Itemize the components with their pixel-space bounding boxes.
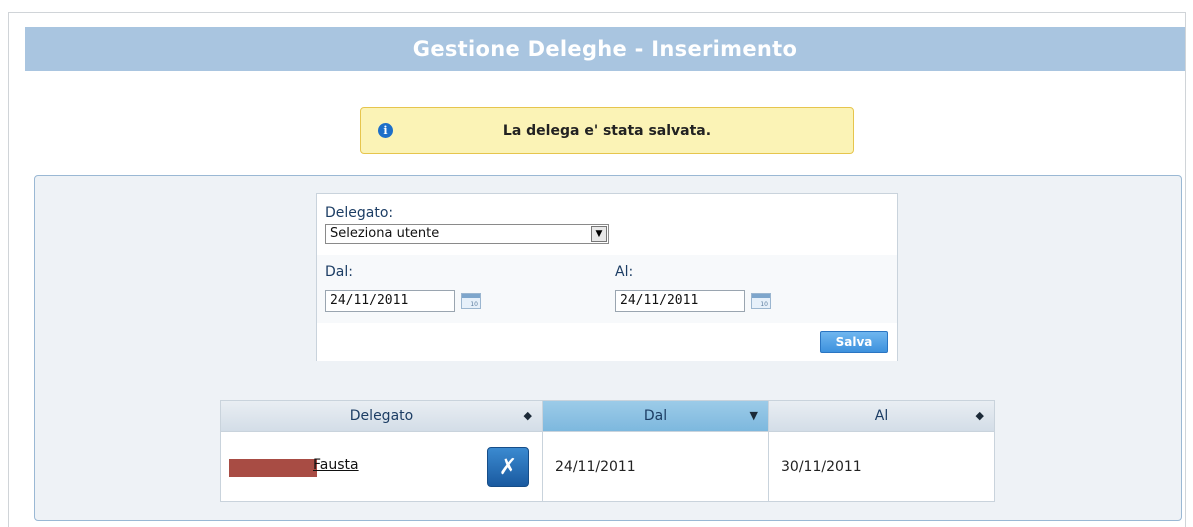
sort-desc-icon: ▼ [749,409,758,422]
info-icon: i [378,123,393,138]
column-header-label: Al [874,408,889,424]
al-calendar-icon[interactable]: 10 [751,293,771,309]
column-header-label: Dal [643,408,668,424]
dal-cell-value: 24/11/2011 [555,459,636,475]
column-header-label: Delegato [349,408,414,424]
deleghe-table: Delegato ◆ Dal ▼ Al ◆ Fausta ✗ 24/11/201… [220,400,995,502]
al-label: Al: [615,264,634,280]
dal-label: Dal: [325,264,353,280]
dal-calendar-icon[interactable]: 10 [461,293,481,309]
sort-both-icon: ◆ [975,409,984,422]
delegato-label: Delegato: [325,205,394,221]
table-cell-al: 30/11/2011 [769,432,994,502]
dal-date-value: 24/11/2011 [330,293,409,308]
delega-form: Delegato: Seleziona utente ▼ Dal: 24/11/… [316,193,898,361]
form-row-actions: Salva [317,323,897,361]
page-title: Gestione Deleghe - Inserimento [25,27,1185,71]
table-row: Fausta ✗ [221,432,543,502]
delete-button[interactable]: ✗ [487,447,529,487]
page-title-text: Gestione Deleghe - Inserimento [412,37,798,61]
column-header-delegato[interactable]: Delegato ◆ [221,401,543,432]
column-header-dal[interactable]: Dal ▼ [543,401,769,432]
sort-both-icon: ◆ [523,409,532,422]
redacted-name [229,459,317,477]
delegato-select[interactable]: Seleziona utente ▼ [325,224,609,244]
form-row-dates: Dal: 24/11/2011 10 Al: 24/11/2011 10 [317,255,897,324]
dal-date-input[interactable]: 24/11/2011 [325,290,455,312]
save-button[interactable]: Salva [820,331,888,353]
chevron-down-icon[interactable]: ▼ [591,226,607,242]
al-cell-value: 30/11/2011 [781,459,862,475]
form-row-delegato: Delegato: Seleziona utente ▼ [317,194,897,256]
al-date-value: 24/11/2011 [620,293,699,308]
delegato-select-value: Seleziona utente [330,226,440,241]
column-header-al[interactable]: Al ◆ [769,401,994,432]
table-cell-dal: 24/11/2011 [543,432,769,502]
success-message: i La delega e' stata salvata. [360,107,854,154]
delegato-name-link[interactable]: Fausta [313,457,359,473]
al-date-input[interactable]: 24/11/2011 [615,290,745,312]
success-message-text: La delega e' stata salvata. [502,122,712,139]
